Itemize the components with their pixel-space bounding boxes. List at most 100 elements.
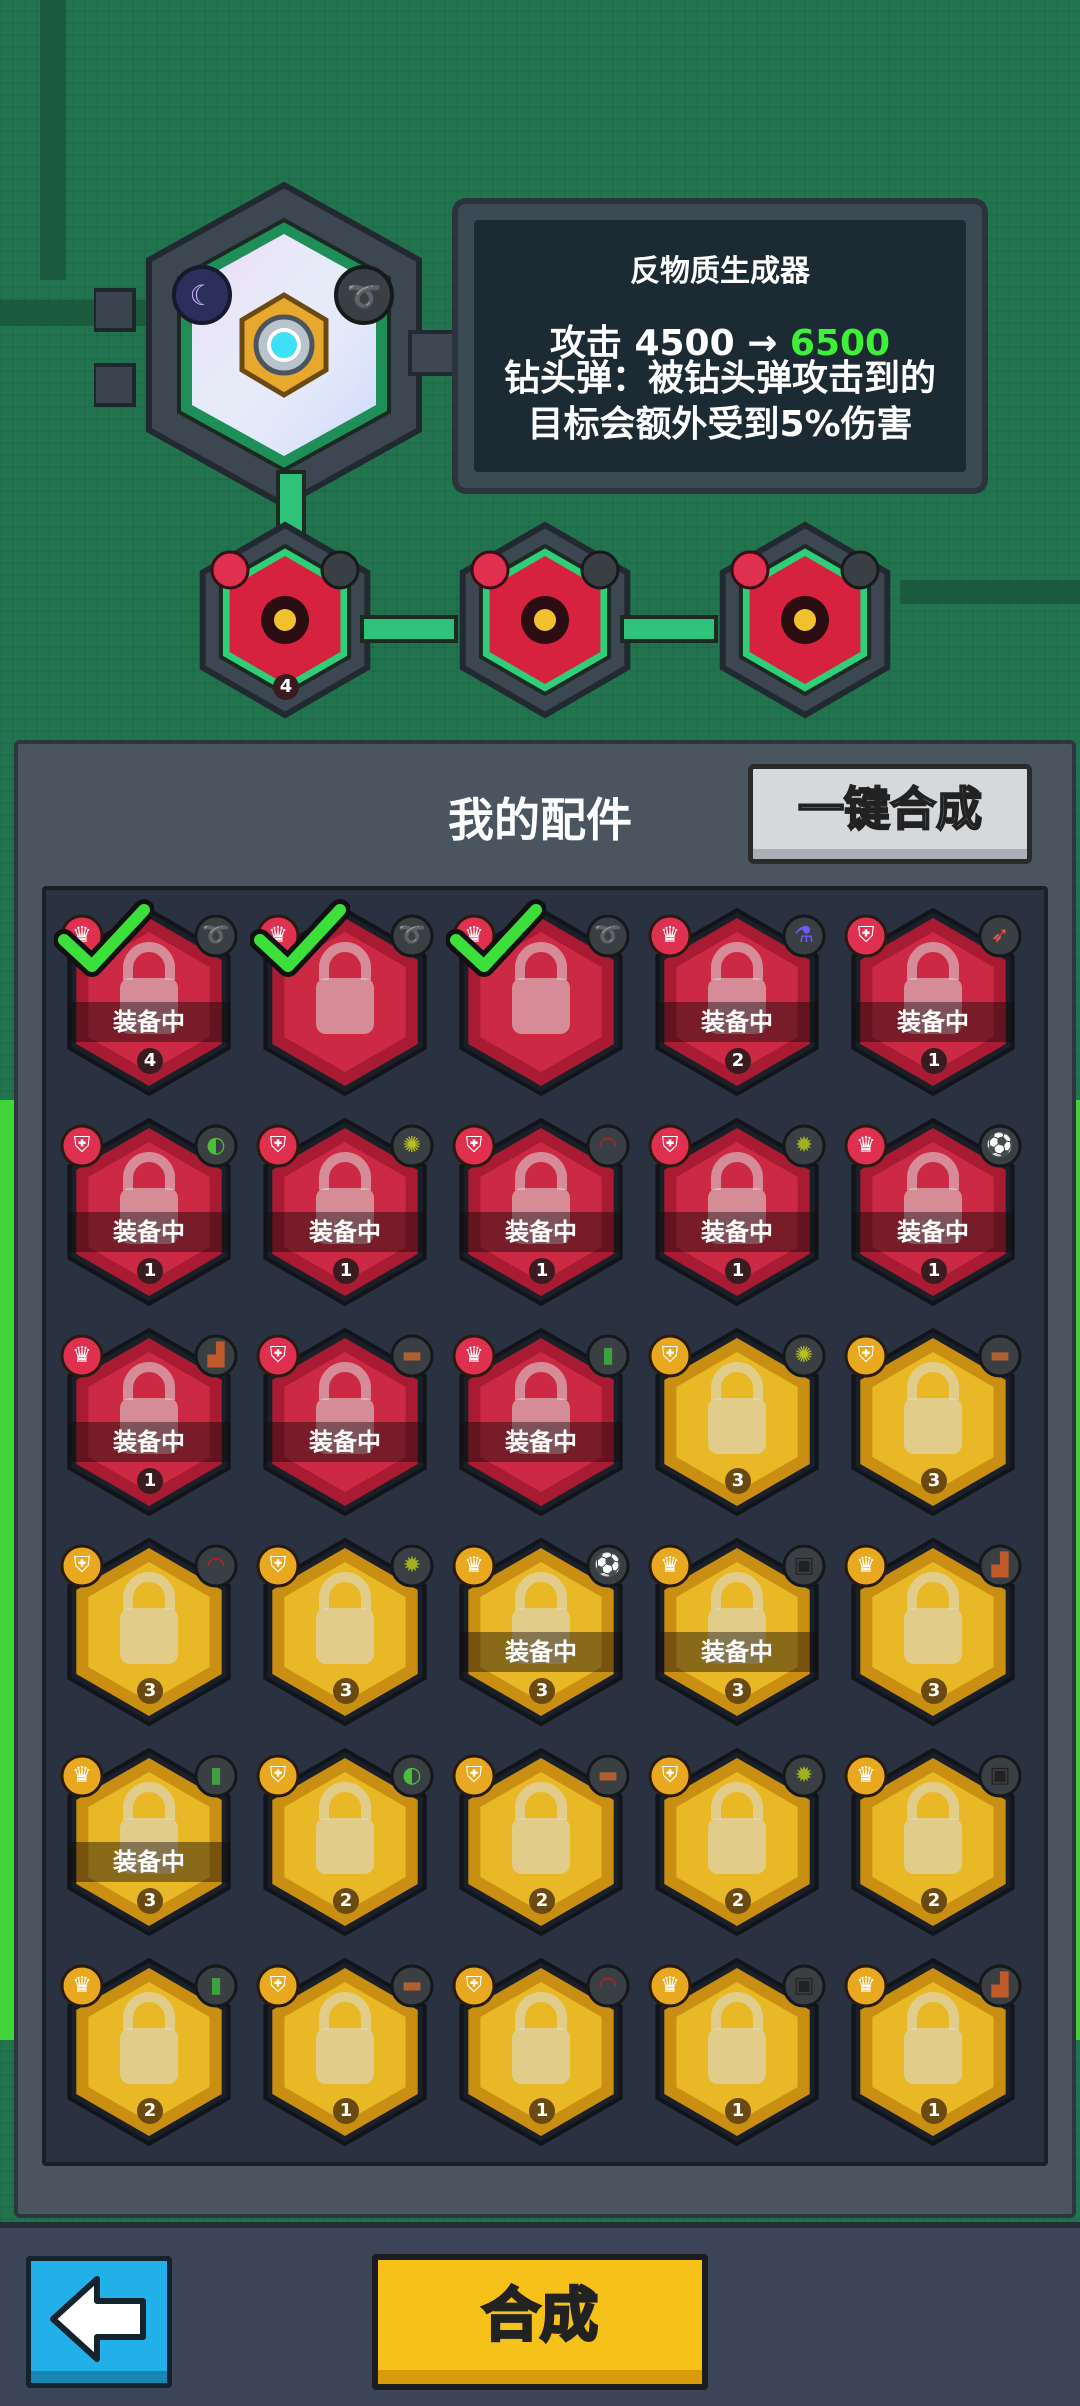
durian-icon: ✺	[402, 1133, 422, 1158]
synthesize-button[interactable]: 合成	[372, 2254, 708, 2390]
equipped-label: 装备中	[460, 1422, 622, 1462]
part-card[interactable]: ⛨ ✹ 3	[250, 1528, 440, 1728]
part-card[interactable]: ⛨ ▬ 2	[446, 1738, 636, 1938]
part-card[interactable]: ♛ ▟ 装备中 1	[54, 1318, 244, 1518]
slot-level: 4	[273, 674, 299, 700]
equipped-label: 装备中	[656, 1212, 818, 1252]
equipped-label: 装备中	[460, 1212, 622, 1252]
part-card[interactable]: ⛨ ▬ 1	[250, 1948, 440, 2148]
soccer-ball-icon: ⚽	[986, 1133, 1014, 1158]
connector-pipe	[360, 615, 458, 643]
part-card[interactable]: ♛ ➰	[250, 898, 440, 1098]
pipe	[40, 0, 66, 280]
part-card[interactable]: ♛ ⚗ 装备中 2	[642, 898, 832, 1098]
shield-badge-icon: ⛨	[73, 1553, 91, 1578]
potion-icon: ⚗	[794, 923, 814, 948]
shield-badge-icon: ⛨	[661, 1133, 679, 1158]
part-card[interactable]: ⛨ ✺ 3	[642, 1318, 832, 1518]
bottle-icon: ▮	[209, 1763, 223, 1788]
part-level: 2	[529, 1888, 555, 1914]
part-card[interactable]: ♛ ➰	[446, 898, 636, 1098]
main-device-slot[interactable]: ☾ ➰	[94, 180, 434, 510]
boot-icon: ▟	[991, 1553, 1009, 1578]
cannon-icon: ▣	[793, 1973, 815, 1998]
part-level: 1	[333, 1258, 359, 1284]
device-info-panel: 反物质生成器 攻击 4500 → 6500 钻头弹：被钻头弹攻击到的目标会额外受…	[458, 204, 982, 488]
crown-badge-icon: ♛	[856, 1763, 876, 1788]
back-button[interactable]	[26, 2256, 172, 2388]
boot-icon: ▟	[991, 1973, 1009, 1998]
check-mark-icon	[54, 899, 154, 977]
check-mark-icon	[446, 899, 546, 977]
equipped-label: 装备中	[656, 1632, 818, 1672]
part-card[interactable]: ♛ ▟ 3	[838, 1528, 1028, 1728]
part-level: 1	[529, 2098, 555, 2124]
part-card[interactable]: ⛨ ◐ 2	[250, 1738, 440, 1938]
equipped-label: 装备中	[264, 1422, 426, 1462]
crown-badge-icon: ♛	[660, 1973, 680, 1998]
part-card[interactable]: ⛨ ▬ 3	[838, 1318, 1028, 1518]
part-card[interactable]: ⛨ ✹ 装备中 1	[642, 1108, 832, 1308]
part-level: 2	[921, 1888, 947, 1914]
part-card[interactable]: ♛ ⚽ 装备中 1	[838, 1108, 1028, 1308]
part-level: 3	[137, 1678, 163, 1704]
merge-all-button[interactable]: 一键合成	[748, 764, 1032, 864]
shield-badge-icon: ⛨	[661, 1763, 679, 1788]
part-card[interactable]: ♛ ➰ 装备中 4	[54, 898, 244, 1098]
part-card[interactable]: ⛨ ◠ 3	[54, 1528, 244, 1728]
part-level: 4	[137, 1048, 163, 1074]
check-mark-icon	[250, 899, 350, 977]
part-card[interactable]: ♛ ▮ 装备中 3	[54, 1738, 244, 1938]
equipped-label: 装备中	[68, 1212, 230, 1252]
equip-slot-2[interactable]	[450, 520, 640, 720]
part-card[interactable]: ⛨ ▬ 装备中	[250, 1318, 440, 1518]
part-card[interactable]: ⛨ ✺ 装备中 1	[250, 1108, 440, 1308]
part-level: 1	[529, 1258, 555, 1284]
equipped-label: 装备中	[460, 1632, 622, 1672]
connector-pipe	[620, 615, 718, 643]
equipped-label: 装备中	[68, 1002, 230, 1042]
part-card[interactable]: ⛨ ➶ 装备中 1	[838, 898, 1028, 1098]
part-level: 1	[333, 2098, 359, 2124]
part-level: 1	[921, 1258, 947, 1284]
equip-slot-1[interactable]: 4	[190, 520, 380, 720]
part-level: 3	[921, 1468, 947, 1494]
boomerang-icon: ◠	[598, 1973, 618, 1998]
svg-text:➰: ➰	[347, 280, 382, 313]
part-level: 1	[725, 2098, 751, 2124]
part-level: 3	[725, 1468, 751, 1494]
merge-all-label: 一键合成	[797, 781, 983, 837]
synthesize-label: 合成	[480, 2280, 599, 2351]
part-card[interactable]: ⛨ ◠ 装备中 1	[446, 1108, 636, 1308]
part-card[interactable]: ♛ ▣ 装备中 3	[642, 1528, 832, 1728]
rocket-icon: ➶	[990, 923, 1010, 948]
part-card[interactable]: ⛨ ◐ 装备中 1	[54, 1108, 244, 1308]
soccer-ball-icon: ⚽	[594, 1553, 622, 1578]
part-card[interactable]: ♛ ▮ 2	[54, 1948, 244, 2148]
part-level: 3	[921, 1678, 947, 1704]
crown-badge-icon: ♛	[856, 1973, 876, 1998]
cannon-icon: ▣	[989, 1763, 1011, 1788]
part-card[interactable]: ⛨ ✹ 2	[642, 1738, 832, 1938]
part-level: 2	[725, 1048, 751, 1074]
spiky-ball-icon: ✹	[794, 1763, 814, 1788]
shield-badge-icon: ⛨	[269, 1553, 287, 1578]
part-card[interactable]: ♛ ▮ 装备中	[446, 1318, 636, 1518]
brick-icon: ▬	[989, 1343, 1011, 1368]
crown-badge-icon: ♛	[464, 1553, 484, 1578]
equip-slot-3[interactable]	[710, 520, 900, 720]
crown-badge-icon: ♛	[660, 923, 680, 948]
shield-badge-icon: ⛨	[465, 1133, 483, 1158]
part-card[interactable]: ♛ ▣ 2	[838, 1738, 1028, 1938]
part-card[interactable]: ♛ ⚽ 装备中 3	[446, 1528, 636, 1728]
part-level: 3	[137, 1888, 163, 1914]
boot-icon: ▟	[207, 1343, 225, 1368]
part-card[interactable]: ⛨ ◠ 1	[446, 1948, 636, 2148]
part-level: 1	[921, 1048, 947, 1074]
part-card[interactable]: ♛ ▟ 1	[838, 1948, 1028, 2148]
boomerang-icon: ◠	[598, 1133, 618, 1158]
spiky-ball-icon: ✹	[794, 1133, 814, 1158]
equipped-label: 装备中	[68, 1422, 230, 1462]
part-card[interactable]: ♛ ▣ 1	[642, 1948, 832, 2148]
part-level: 1	[137, 1258, 163, 1284]
